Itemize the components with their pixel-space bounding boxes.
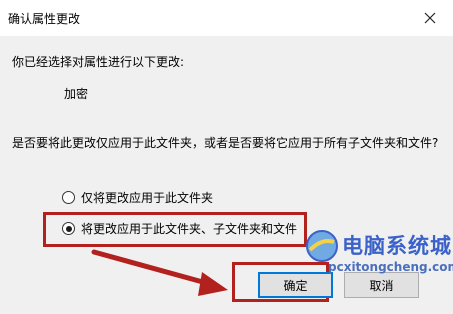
option-label: 仅将更改应用于此文件夹: [81, 191, 214, 205]
radio-button[interactable]: [62, 191, 75, 204]
close-button[interactable]: [407, 0, 453, 36]
watermark-logo-icon: [306, 230, 338, 262]
watermark-title: 电脑系统城: [342, 234, 452, 258]
question-text: 是否要将此更改仅应用于此文件夹，或者是否要将它应用于所有子文件夹和文件?: [12, 136, 439, 150]
highlight-box-option: [43, 212, 307, 247]
watermark: 电脑系统城 pcxitongcheng.com: [304, 226, 453, 286]
option-this-folder-only[interactable]: 仅将更改应用于此文件夹: [62, 189, 213, 206]
watermark-url: pcxitongcheng.com: [328, 260, 453, 274]
confirm-attribute-dialog: 确认属性更改 你已经选择对属性进行以下更改: 加密 是否要将此更改仅应用于此文件…: [0, 0, 453, 314]
window-title: 确认属性更改: [8, 12, 81, 26]
attribute-change: 加密: [64, 87, 89, 101]
lead-text: 你已经选择对属性进行以下更改:: [12, 55, 185, 69]
title-bar: 确认属性更改: [0, 0, 453, 36]
close-icon: [424, 12, 436, 24]
annotation-arrow-icon: [91, 249, 228, 296]
